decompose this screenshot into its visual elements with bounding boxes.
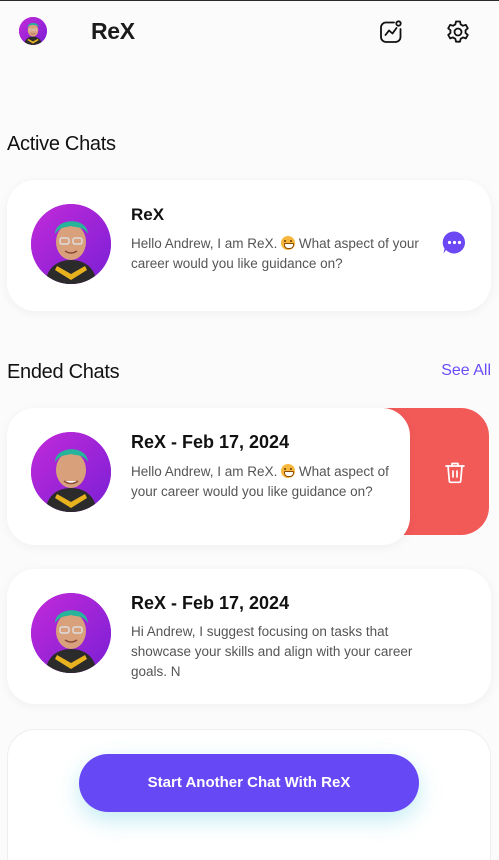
chat-bubble-icon[interactable] <box>442 230 467 255</box>
ended-chat-card[interactable]: ReX - Feb 17, 2024 Hello Andrew, I am Re… <box>7 408 410 545</box>
header: ReX <box>0 1 499 63</box>
ended-chat-card[interactable]: ReX - Feb 17, 2024 Hi Andrew, I suggest … <box>7 569 491 704</box>
rex-avatar <box>31 204 111 284</box>
gear-icon[interactable] <box>444 18 472 46</box>
chat-name: ReX - Feb 17, 2024 <box>131 593 290 613</box>
chat-name: ReX - Feb 17, 2024 <box>131 432 290 452</box>
trash-icon <box>445 462 465 484</box>
chat-list-screen: ReX Active Chats ReX Hello Andrew, I am … <box>0 0 499 860</box>
app-title: ReX <box>91 18 135 44</box>
grinning-emoji-icon <box>281 236 296 250</box>
chat-name: ReX <box>131 205 165 224</box>
start-chat-button[interactable]: Start Another Chat With ReX <box>79 754 419 812</box>
grinning-emoji-icon <box>281 464 296 478</box>
see-all-link[interactable]: See All <box>441 362 491 380</box>
rex-avatar <box>31 432 111 512</box>
active-chat-card[interactable]: ReX Hello Andrew, I am ReX. What aspect … <box>7 180 491 311</box>
ended-chats-heading: Ended Chats <box>7 361 120 383</box>
avatar-image <box>19 17 47 45</box>
rex-avatar <box>31 593 111 673</box>
chat-preview: Hello Andrew, I am ReX. What aspect of y… <box>131 464 389 499</box>
chat-preview: Hello Andrew, I am ReX. What aspect of y… <box>131 236 419 271</box>
profile-avatar[interactable] <box>19 17 47 45</box>
active-chats-heading: Active Chats <box>7 133 116 155</box>
chart-trend-icon[interactable] <box>377 18 405 46</box>
chat-preview: Hi Andrew, I suggest focusing on tasks t… <box>131 624 413 679</box>
